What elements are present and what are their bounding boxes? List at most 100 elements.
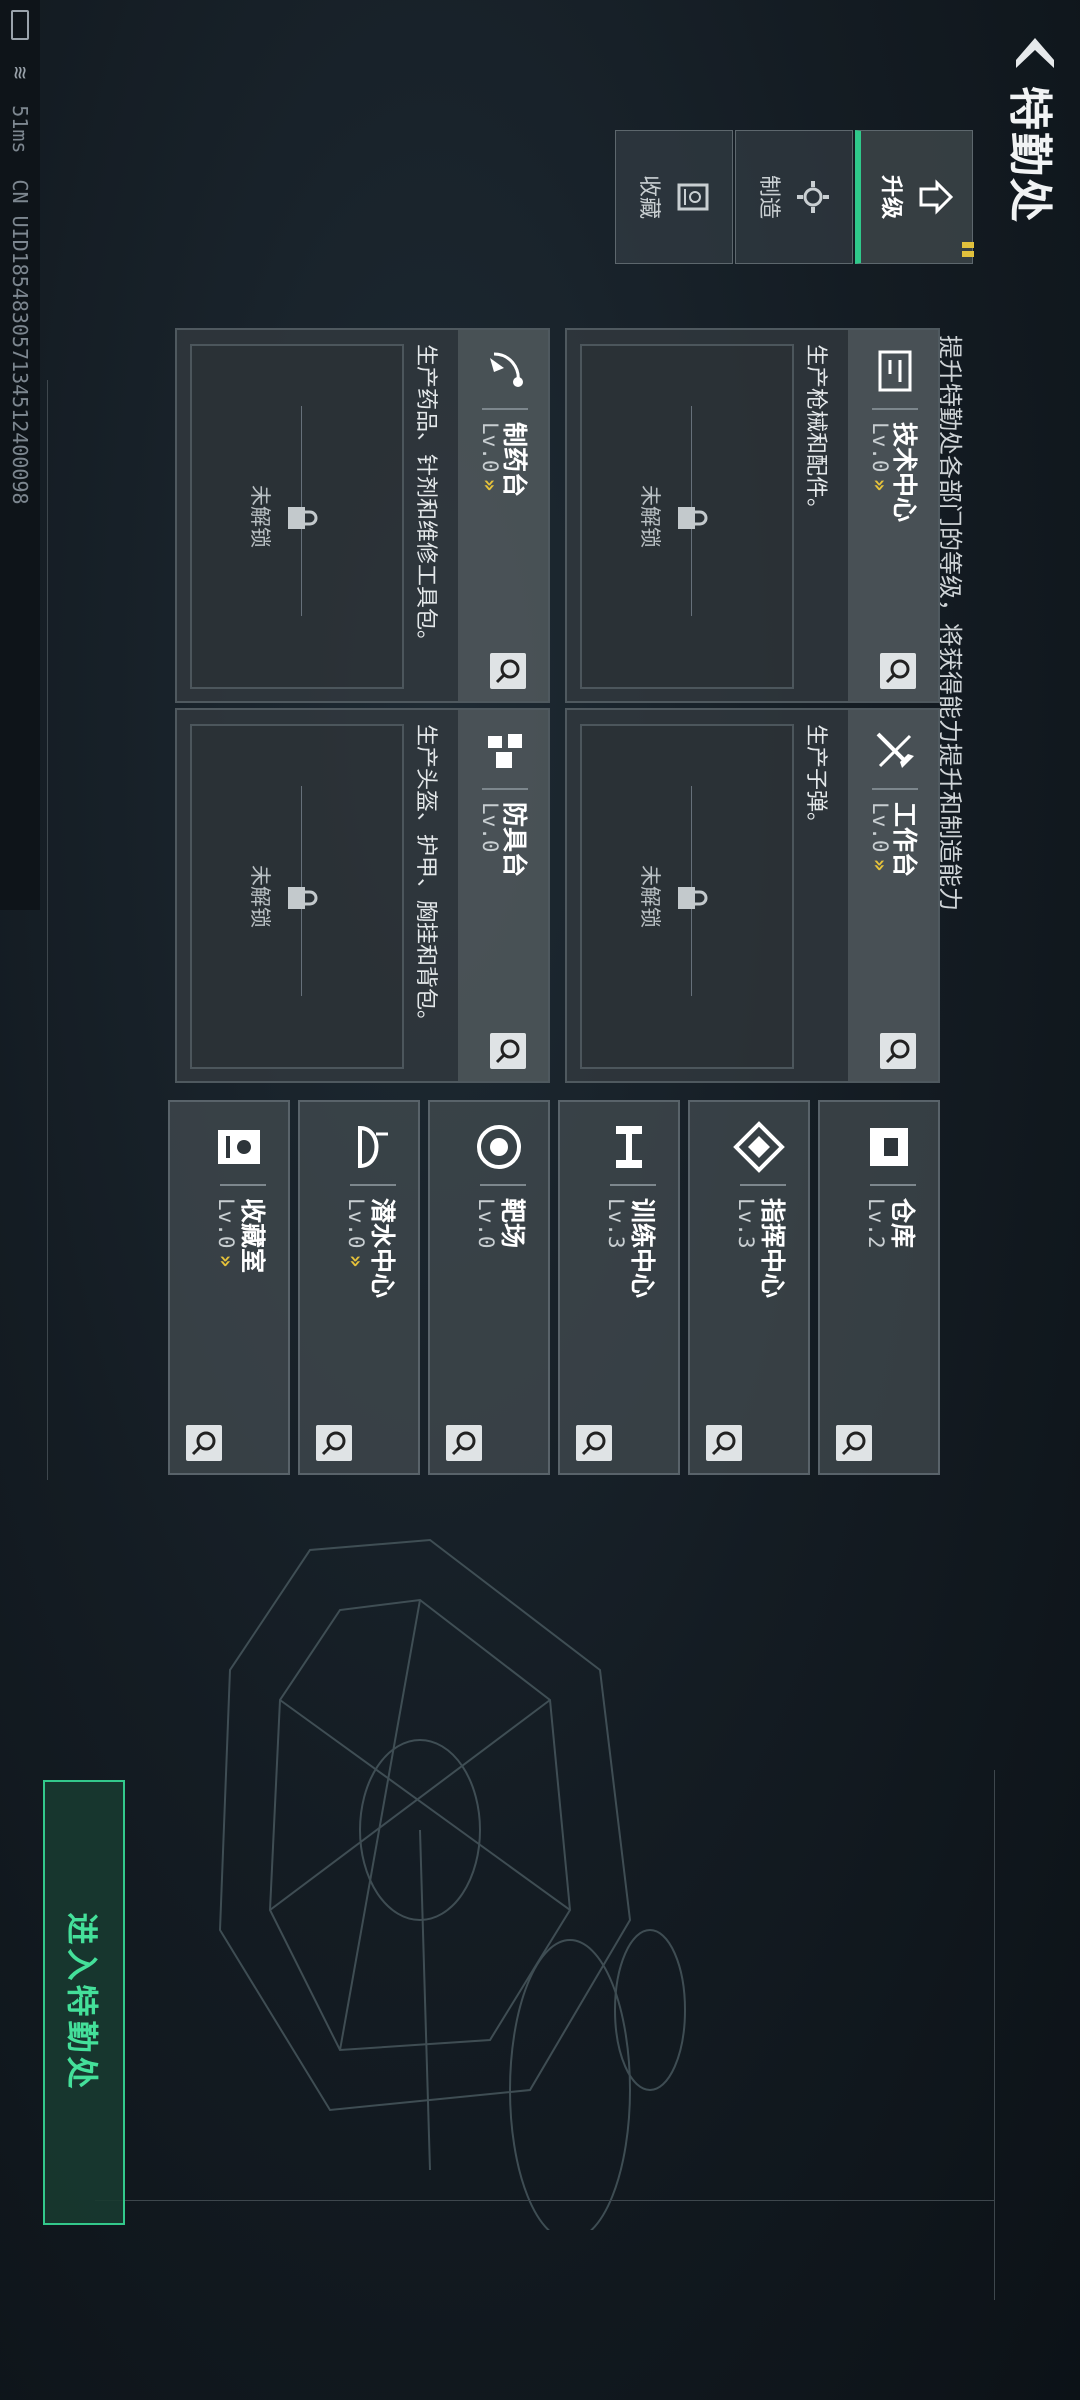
level-text: Lv.0	[868, 422, 892, 473]
facility-card-collection-room[interactable]: 收藏室 Lv.0 »	[168, 1100, 290, 1475]
card-divider	[350, 1184, 396, 1186]
card-divider	[482, 408, 528, 410]
level-text: Lv.0	[478, 802, 502, 853]
facility-level: Lv.0	[478, 802, 502, 853]
upgrade-icon	[920, 179, 954, 215]
tab-craft-label: 制造	[756, 174, 781, 219]
upgrade-chevron-icon: »	[868, 478, 892, 488]
pharmacy-icon	[490, 352, 523, 387]
upgrade-chevron-icon: »	[344, 1254, 368, 1264]
locked-panel: 未解锁	[190, 724, 404, 1069]
collection-icon	[677, 183, 709, 211]
search-icon[interactable]	[706, 1425, 742, 1461]
facility-description: 生产枪械和配件。	[803, 344, 828, 521]
facility-name: 潜水中心	[368, 1198, 397, 1299]
facility-name: 靶场	[498, 1198, 527, 1249]
search-icon[interactable]	[880, 653, 916, 689]
card-divider	[872, 788, 918, 790]
search-icon[interactable]	[490, 1033, 526, 1069]
search-icon[interactable]	[316, 1425, 352, 1461]
card-divider	[610, 1184, 656, 1186]
facility-description: 生产药品、针剂和维修工具包。	[413, 344, 438, 653]
lock-icon	[288, 507, 318, 529]
page-title: 特勤处	[1004, 86, 1055, 224]
enter-special-ops-button[interactable]: 进入特勤处	[43, 1780, 125, 2225]
facility-name: 收藏室	[238, 1198, 267, 1274]
tech-center-icon	[878, 350, 912, 392]
lock-icon	[678, 507, 708, 529]
frame-line-right	[95, 2200, 995, 2201]
facility-level: Lv.2	[864, 1198, 888, 1249]
shooting-range-icon	[477, 1125, 521, 1169]
diving-center-icon	[358, 1125, 388, 1169]
workbench-icon	[876, 732, 914, 768]
search-icon[interactable]	[186, 1425, 222, 1461]
training-icon	[616, 1126, 642, 1168]
facility-card-workbench[interactable]: 工作台 Lv.0 » 生产子弹。 未解锁	[565, 708, 940, 1083]
card-divider	[480, 1184, 526, 1186]
frame-line-bottom	[47, 380, 48, 1480]
facility-level: Lv.0 »	[868, 422, 892, 487]
notification-marker	[962, 242, 974, 257]
back-arrow-icon[interactable]	[1012, 30, 1058, 76]
facility-card-shooting-range[interactable]: 靶场 Lv.0	[428, 1100, 550, 1475]
facility-level: Lv.0 »	[214, 1198, 238, 1263]
facility-name: 训练中心	[628, 1198, 657, 1299]
wifi-icon: ≋	[7, 66, 33, 80]
facility-name: 工作台	[890, 802, 919, 878]
locked-panel: 未解锁	[580, 344, 794, 689]
status-bar: ≋ 51ms CN UID185483057134512400098	[0, 0, 40, 910]
card-divider	[740, 1184, 786, 1186]
facility-card-tech-center[interactable]: 技术中心 Lv.0 » 生产枪械和配件。 未解锁	[565, 328, 940, 703]
frame-line-top	[994, 1770, 995, 2300]
search-icon[interactable]	[880, 1033, 916, 1069]
card-divider	[872, 408, 918, 410]
tab-upgrade[interactable]: 升级	[855, 130, 974, 264]
lock-icon	[678, 887, 708, 909]
facility-card-training-center[interactable]: 训练中心 Lv.3	[558, 1100, 680, 1475]
facility-card-warehouse[interactable]: 仓库 Lv.2	[818, 1100, 940, 1475]
facility-level: Lv.3	[604, 1198, 628, 1249]
armor-bench-icon	[488, 734, 522, 768]
lock-icon	[288, 887, 318, 909]
facility-level: Lv.0 »	[478, 422, 502, 487]
facility-name: 制药台	[500, 422, 529, 498]
tab-collection[interactable]: 收藏	[615, 130, 733, 264]
gear-icon	[797, 181, 829, 213]
upgrade-chevron-icon: »	[868, 858, 892, 868]
level-text: Lv.0	[478, 422, 502, 473]
locked-label: 未解锁	[638, 485, 662, 548]
facility-name: 仓库	[888, 1198, 917, 1249]
locked-label: 未解锁	[248, 865, 272, 928]
facility-card-pharmacy[interactable]: 制药台 Lv.0 » 生产药品、针剂和维修工具包。 未解锁	[175, 328, 550, 703]
facility-level: Lv.0 »	[344, 1198, 368, 1263]
uid-text: CN UID185483057134512400098	[8, 179, 32, 505]
warehouse-icon	[870, 1128, 908, 1166]
locked-panel: 未解锁	[580, 724, 794, 1069]
locked-label: 未解锁	[248, 485, 272, 548]
card-divider	[482, 788, 528, 790]
facility-description: 生产头盔、护甲、胸挂和背包。	[413, 724, 438, 1033]
facility-name: 指挥中心	[758, 1198, 787, 1299]
facility-description: 生产子弹。	[803, 724, 828, 835]
ping-text: 51ms	[8, 105, 32, 154]
facility-card-command-center[interactable]: 指挥中心 Lv.3	[688, 1100, 810, 1475]
facility-card-diving-center[interactable]: 潜水中心 Lv.0 »	[298, 1100, 420, 1475]
facility-name: 技术中心	[890, 422, 919, 523]
search-icon[interactable]	[446, 1425, 482, 1461]
facility-level: Lv.0 »	[868, 802, 892, 867]
tab-collection-label: 收藏	[636, 174, 661, 219]
search-icon[interactable]	[836, 1425, 872, 1461]
facility-level: Lv.3	[734, 1198, 758, 1249]
locked-label: 未解锁	[638, 865, 662, 928]
battery-icon	[11, 10, 29, 40]
search-icon[interactable]	[490, 653, 526, 689]
search-icon[interactable]	[576, 1425, 612, 1461]
headquarters-model-illustration	[218, 1538, 686, 2230]
locked-panel: 未解锁	[190, 344, 404, 689]
card-divider	[870, 1184, 916, 1186]
tab-craft[interactable]: 制造	[735, 130, 853, 264]
tab-upgrade-label: 升级	[878, 174, 904, 219]
facility-card-armor-bench[interactable]: 防具台 Lv.0 生产头盔、护甲、胸挂和背包。 未解锁	[175, 708, 550, 1083]
upgrade-chevron-icon: »	[478, 478, 502, 488]
